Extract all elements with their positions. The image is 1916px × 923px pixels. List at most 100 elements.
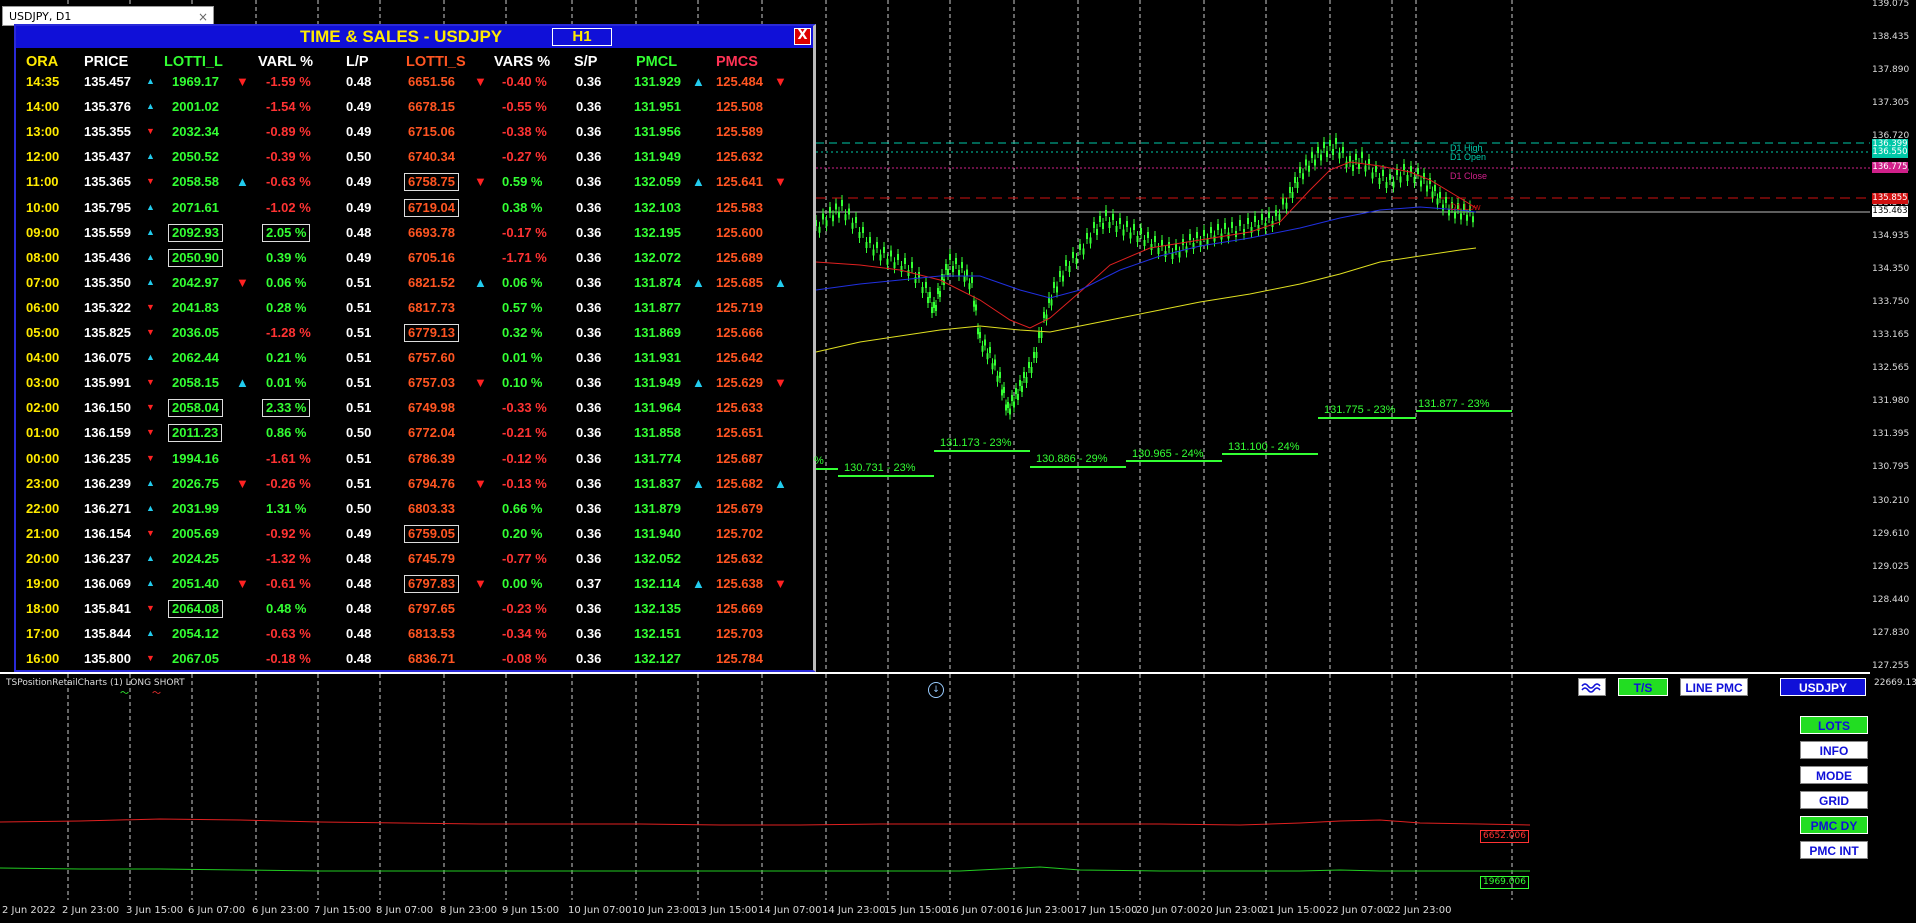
cell-lotti-s: 6817.73 — [408, 299, 455, 315]
cell-lp: 0.48 — [346, 550, 372, 566]
column-header: VARS % — [494, 54, 551, 70]
candle-body — [907, 270, 910, 276]
candle-body — [1385, 182, 1388, 188]
candle-body — [1231, 222, 1233, 228]
price-tick-label: 130.795 — [1872, 462, 1910, 473]
cell-vars: -0.33 % — [502, 400, 547, 416]
cell-ora: 18:00 — [26, 601, 60, 617]
cell-lotti-l: 2058.58 — [172, 174, 219, 190]
symbol-button[interactable]: USDJPY — [1780, 678, 1866, 696]
cell-lotti-s: 6779.13 — [404, 324, 459, 342]
cell-lotti-s: 6749.98 — [408, 400, 455, 416]
candle-body — [1105, 210, 1107, 216]
arrow-up-icon: ▲ — [692, 576, 705, 591]
candle-body — [968, 283, 971, 290]
cell-pmcs: 125.666 — [716, 325, 763, 340]
arrow-down-icon: ▼ — [146, 402, 155, 413]
ts-button[interactable]: T/S — [1618, 678, 1668, 696]
cell-sp: 0.36 — [576, 425, 602, 441]
candle-body — [893, 262, 896, 269]
candle-body — [961, 262, 963, 268]
cell-vars: 0.10 % — [502, 375, 543, 391]
cell-lp: 0.48 — [346, 74, 372, 89]
arrow-down-icon: ▼ — [146, 126, 155, 137]
arrow-down-icon: ▼ — [146, 377, 155, 388]
price-tick-label: 131.395 — [1872, 429, 1910, 440]
candle-body — [1122, 229, 1125, 236]
time-tick-label: 9 Jun 15:00 — [502, 905, 560, 916]
chart-window-title[interactable]: USDJPY, D1 × — [2, 6, 214, 26]
cell-lp: 0.49 — [346, 249, 372, 265]
cell-sp: 0.36 — [576, 475, 602, 491]
candle-body — [1257, 225, 1260, 231]
candle-body — [933, 302, 935, 308]
cell-price: 136.239 — [84, 475, 131, 491]
candle-body — [1326, 151, 1328, 157]
table-row: 18:00 135.841 2064.08 0.48 % 0.48 6797.65 -0.2… — [16, 597, 813, 622]
candle-body — [927, 297, 929, 303]
cell-lotti-l: 2054.12 — [172, 626, 219, 642]
cell-ora: 17:00 — [26, 626, 60, 642]
cell-pmcl: 131.869 — [634, 325, 681, 340]
time-axis: 2 Jun 2022 2 Jun 23:00 3 Jun 15:00 6 Jun 07… — [0, 900, 1870, 923]
column-header: S/P — [574, 54, 598, 70]
candle-body — [1140, 228, 1142, 234]
panel-close-button[interactable]: X — [794, 28, 811, 45]
cell-price: 136.150 — [84, 400, 131, 416]
pmc-level-label: 131.877 - 23% — [1418, 398, 1490, 410]
arrow-down-icon: ▼ — [146, 603, 155, 614]
candle-body — [1466, 214, 1468, 221]
arrow-down-icon: ▼ — [146, 527, 155, 538]
side-button-grid[interactable]: GRID — [1800, 791, 1868, 809]
cell-varl: -0.61 % — [266, 576, 311, 591]
candle-body — [822, 213, 824, 220]
cell-ora: 10:00 — [26, 199, 60, 215]
candle-body — [1143, 240, 1146, 246]
candle-body — [1217, 224, 1219, 230]
side-button-lots[interactable]: LOTS — [1800, 716, 1868, 734]
cell-lp: 0.51 — [346, 350, 372, 366]
cell-vars: -0.21 % — [502, 425, 547, 441]
price-tag: 136.550 — [1872, 147, 1908, 158]
cell-pmcs: 125.685 — [716, 274, 763, 290]
cell-price: 135.365 — [84, 174, 131, 190]
candle-body — [1275, 210, 1277, 216]
cell-ora: 23:00 — [26, 475, 60, 491]
cell-vars: -0.77 % — [502, 550, 547, 566]
arrow-down-icon: ▼ — [474, 576, 487, 591]
scroll-marker-icon[interactable]: ↓ — [928, 682, 944, 698]
cell-pmcs: 125.638 — [716, 576, 763, 591]
cell-varl: 2.33 % — [262, 399, 311, 418]
side-button-pmc-int[interactable]: PMC INT — [1800, 841, 1868, 859]
arrow-up-icon: ▲ — [146, 477, 155, 488]
cell-lotti-l: 2062.44 — [172, 350, 219, 366]
cell-lotti-s: 6797.65 — [408, 601, 455, 617]
cell-lotti-l: 2058.04 — [168, 399, 223, 418]
arrow-up-icon: ▲ — [692, 274, 705, 290]
table-row: 00:00 136.235 1994.16 -1.61 % 0.51 6786.39 -0.… — [16, 447, 813, 472]
arrow-up-icon: ▲ — [774, 274, 787, 290]
cell-pmcs: 125.784 — [716, 651, 763, 667]
chart-wave-button[interactable] — [1578, 678, 1606, 696]
side-button-mode[interactable]: MODE — [1800, 766, 1868, 784]
candle-body — [1299, 167, 1301, 173]
cell-varl: -0.26 % — [266, 475, 311, 491]
time-tick-label: 6 Jun 23:00 — [252, 905, 310, 916]
timeframe-button[interactable]: H1 — [552, 28, 612, 46]
side-button-pmc-dy[interactable]: PMC DY — [1800, 816, 1868, 834]
pmc-level-label: 131.100 - 24% — [1228, 441, 1300, 453]
cell-price: 135.559 — [84, 224, 131, 240]
line-pmc-button[interactable]: LINE PMC — [1680, 678, 1748, 696]
table-row: 17:00 135.844 2054.12 -0.63 % 0.48 6813.53 -0.… — [16, 622, 813, 647]
cell-varl: -0.63 % — [266, 174, 311, 190]
candle-body — [1129, 232, 1132, 239]
candle-body — [1093, 222, 1095, 228]
wave-icon — [1581, 683, 1601, 693]
cell-pmcl: 132.151 — [634, 626, 681, 642]
side-button-info[interactable]: INFO — [1800, 741, 1868, 759]
panel-header[interactable]: TIME & SALES - USDJPY H1 X — [16, 26, 813, 48]
table-row: 23:00 136.239 2026.75 -0.26 % 0.51 6794.76 -0.… — [16, 472, 813, 497]
candle-body — [1345, 161, 1348, 168]
candle-body — [1023, 372, 1025, 378]
indicator-pane[interactable]: TSPositionRetailCharts (1) LONG SHORT 〜 … — [0, 674, 1872, 900]
